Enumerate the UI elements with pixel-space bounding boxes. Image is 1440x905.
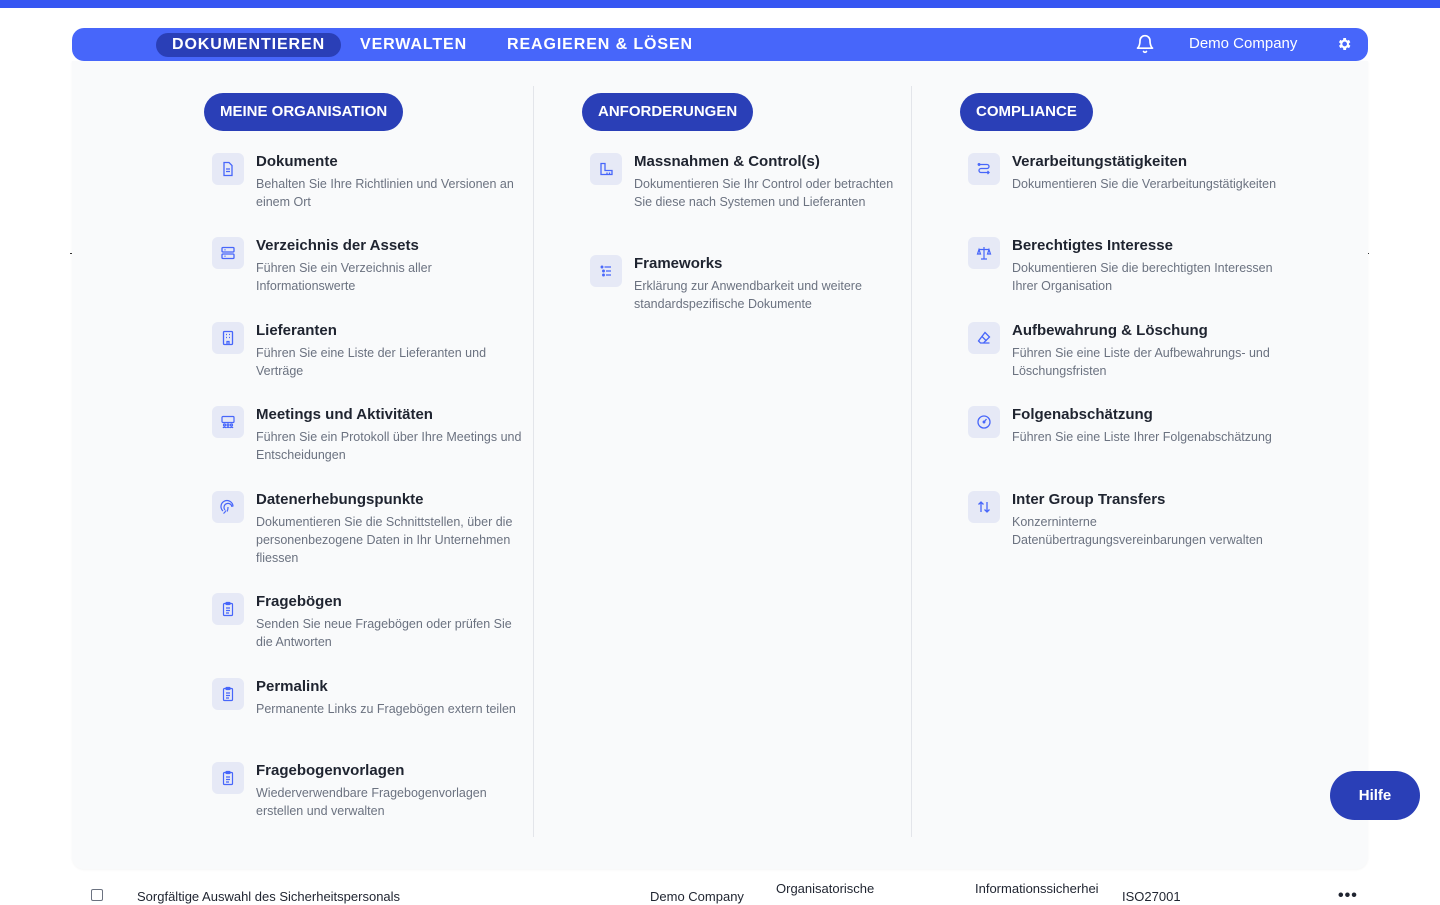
menu-item-title: Datenerhebungspunkte: [256, 491, 424, 508]
company-switcher[interactable]: Demo Company: [1189, 35, 1297, 52]
gear-icon[interactable]: [1336, 36, 1352, 52]
menu-item-description: Behalten Sie Ihre Richtlinien und Versio…: [256, 177, 514, 209]
menu-item-title: Permalink: [256, 678, 328, 695]
menu-item-description: Dokumentieren Sie die Verarbeitungstätig…: [1012, 177, 1277, 191]
menu-item-title: Meetings und Aktivitäten: [256, 406, 433, 423]
column-divider: [911, 86, 912, 837]
menu-item-description: Führen Sie ein Verzeichnis aller Informa…: [256, 261, 432, 293]
menu-item-title: Fragebogenvorlagen: [256, 762, 405, 779]
scale-icon: [968, 237, 1000, 269]
menu-item-title: Fragebögen: [256, 593, 342, 610]
route-icon: [968, 153, 1000, 185]
gauge-icon: [968, 406, 1000, 438]
menu-item-title: Massnahmen & Control(s): [634, 153, 820, 170]
bell-icon[interactable]: [1135, 34, 1155, 54]
row-name: Sorgfältige Auswahl des Sicherheitsperso…: [137, 889, 401, 904]
tab-reagieren-loesen[interactable]: REAGIEREN & LÖSEN: [491, 33, 709, 57]
menu-item-description: Wiederverwendbare Fragebogenvorlagen ers…: [256, 786, 487, 818]
ruler-icon: [590, 153, 622, 185]
tab-verwalten[interactable]: VERWALTEN: [344, 33, 483, 57]
top-accent-strip: [0, 0, 1440, 8]
transfer-icon: [968, 491, 1000, 523]
menu-item-description: Führen Sie eine Liste der Lieferanten un…: [256, 346, 487, 378]
menu-item-description: Führen Sie ein Protokoll über Ihre Meeti…: [256, 430, 522, 462]
server-icon: [212, 237, 244, 269]
section-anforderungen: ANFORDERUNGEN: [582, 93, 754, 131]
menu-item-title: Inter Group Transfers: [1012, 491, 1166, 508]
menu-item-title: Lieferanten: [256, 322, 337, 339]
column-divider: [533, 86, 534, 837]
help-button[interactable]: Hilfe: [1330, 771, 1420, 820]
menu-item-description: Konzerninterne Datenübertragungsvereinba…: [1012, 515, 1263, 547]
row-domain: Informationssicherhei: [975, 881, 1099, 896]
menu-item-title: Folgenabschätzung: [1012, 406, 1153, 423]
clipboard-icon: [212, 678, 244, 710]
menu-item-description: Führen Sie eine Liste Ihrer Folgenabschä…: [1012, 430, 1272, 444]
tab-dokumentieren[interactable]: DOKUMENTIEREN: [156, 33, 342, 57]
list-icon: [590, 255, 622, 287]
building-icon: [212, 322, 244, 354]
document-icon: [212, 153, 244, 185]
menu-item-description: Dokumentieren Sie Ihr Control oder betra…: [634, 177, 894, 209]
menu-item-title: Verarbeitungstätigkeiten: [1012, 153, 1188, 170]
row-framework: ISO27001: [1122, 889, 1181, 904]
row-checkbox[interactable]: [91, 889, 103, 901]
menu-item-description: Senden Sie neue Fragebögen oder prüfen S…: [256, 617, 512, 649]
menu-item-title: Verzeichnis der Assets: [256, 237, 419, 254]
fingerprint-icon: [212, 491, 244, 523]
more-options-icon[interactable]: •••: [1338, 887, 1358, 905]
menu-item-title: Aufbewahrung & Löschung: [1012, 322, 1208, 339]
eraser-icon: [968, 322, 1000, 354]
menu-item-title: Berechtigtes Interesse: [1012, 237, 1173, 254]
menu-item-description: Permanente Links zu Fragebögen extern te…: [256, 702, 516, 716]
menu-item-title: Frameworks: [634, 255, 723, 272]
menu-item-description: Dokumentieren Sie die Schnittstellen, üb…: [256, 515, 513, 565]
menu-item-description: Dokumentieren Sie die berechtigten Inter…: [1012, 261, 1273, 293]
section-meine-organisation: MEINE ORGANISATION: [204, 93, 404, 131]
menu-item-description: Erklärung zur Anwendbarkeit und weitere …: [634, 279, 862, 311]
meeting-icon: [212, 406, 244, 438]
clipboard-icon: [212, 762, 244, 794]
top-navbar: DOKUMENTIEREN VERWALTEN REAGIEREN & LÖSE…: [72, 28, 1368, 61]
menu-item-title: Dokumente: [256, 153, 338, 170]
table-row[interactable]: Sorgfältige Auswahl des Sicherheitsperso…: [72, 880, 1368, 904]
menu-item-description: Führen Sie eine Liste der Aufbewahrungs-…: [1012, 346, 1270, 378]
row-category: Organisatorische: [776, 881, 875, 896]
section-compliance: COMPLIANCE: [960, 93, 1093, 131]
clipboard-icon: [212, 593, 244, 625]
row-company: Demo Company: [650, 889, 744, 904]
